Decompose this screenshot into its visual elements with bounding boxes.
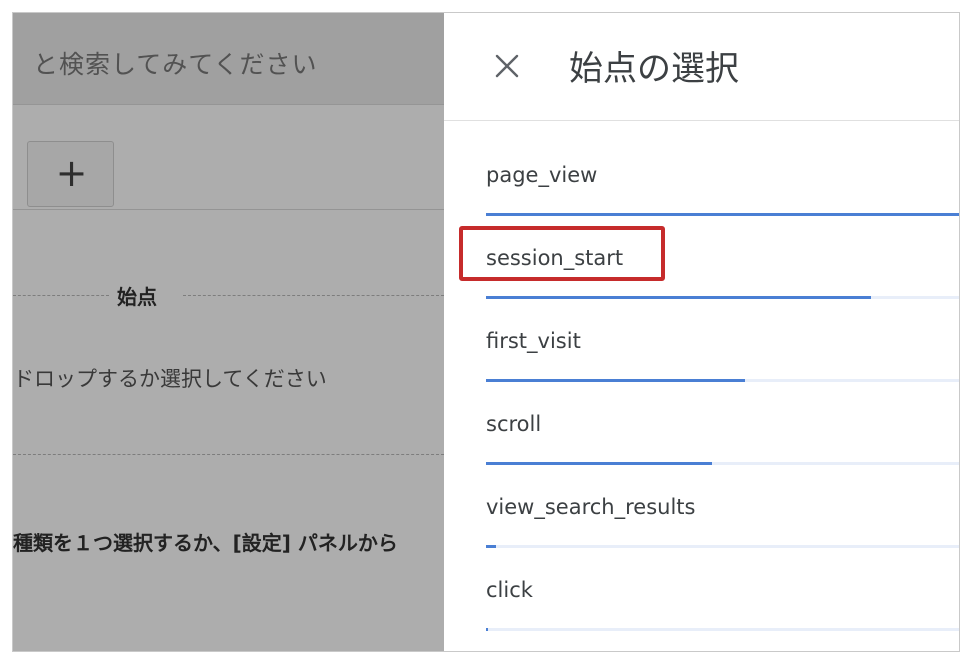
event-item-view-search-results[interactable]: view_search_results	[444, 453, 959, 548]
event-name: page_view	[486, 163, 598, 187]
event-name: session_start	[486, 246, 624, 270]
event-bar-fill	[486, 628, 488, 631]
event-name: view_search_results	[486, 495, 696, 519]
app-frame: と検索してみてください + 始点 ドロップするか選択してください 種類を１つ選択…	[12, 12, 960, 652]
event-item-session-start[interactable]: session_start	[444, 204, 959, 299]
panel-title: 始点の選択	[569, 49, 739, 89]
close-icon	[495, 54, 519, 78]
event-bar-track	[486, 628, 959, 631]
close-button[interactable]	[484, 43, 530, 89]
event-name: click	[486, 578, 533, 602]
event-item-scroll[interactable]: scroll	[444, 370, 959, 465]
modal-overlay[interactable]	[13, 13, 444, 651]
event-item-first-visit[interactable]: first_visit	[444, 287, 959, 382]
event-name: first_visit	[486, 329, 581, 353]
select-start-panel: 始点の選択 page_view session_start first_visi…	[444, 13, 959, 651]
background-app: と検索してみてください + 始点 ドロップするか選択してください 種類を１つ選択…	[13, 13, 444, 651]
panel-header: 始点の選択	[444, 13, 959, 121]
event-name: scroll	[486, 412, 542, 436]
event-item-click[interactable]: click	[444, 536, 959, 631]
event-item-page-view[interactable]: page_view	[444, 121, 959, 216]
